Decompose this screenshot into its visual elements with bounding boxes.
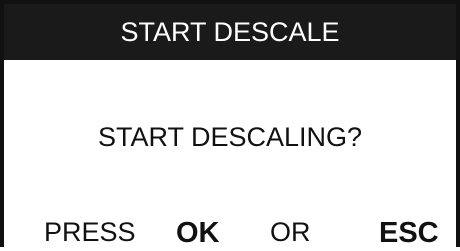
- esc-key-hint[interactable]: ESC: [379, 217, 439, 250]
- ok-key-hint[interactable]: OK: [176, 217, 220, 250]
- or-label: OR: [270, 217, 311, 247]
- dialog-title: START DESCALE: [120, 16, 340, 47]
- title-bar: START DESCALE: [4, 4, 456, 60]
- key-instructions: PRESS OK OR ESC: [4, 217, 456, 251]
- confirmation-message: START DESCALING?: [97, 122, 363, 152]
- press-label: PRESS: [44, 217, 136, 247]
- descale-dialog: START DESCALE START DESCALING? PRESS OK …: [0, 0, 460, 249]
